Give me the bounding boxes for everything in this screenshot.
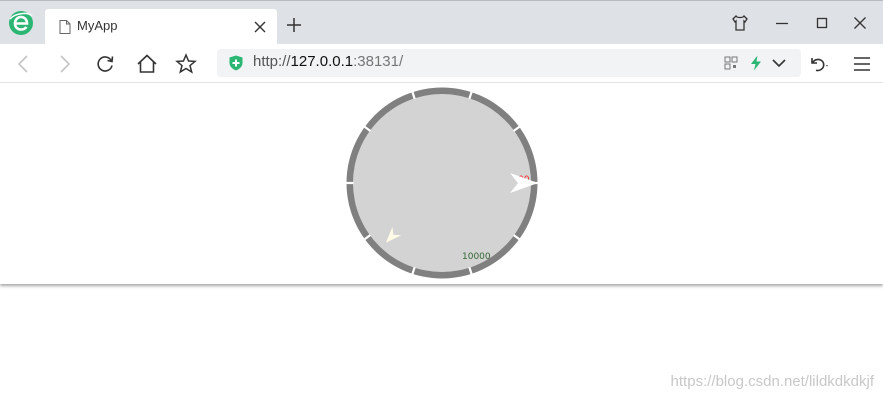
page-icon [59, 20, 71, 34]
forward-icon[interactable] [52, 52, 76, 76]
skin-icon[interactable] [730, 13, 750, 33]
lightning-icon[interactable] [749, 55, 763, 71]
new-tab-icon[interactable] [284, 15, 304, 35]
back-icon[interactable] [12, 52, 36, 76]
home-icon[interactable] [135, 52, 159, 76]
tab-bar: MyApp [0, 0, 883, 45]
minimize-icon[interactable] [772, 13, 792, 33]
tab-myapp[interactable]: MyApp [45, 9, 277, 45]
maximize-icon[interactable] [812, 13, 832, 33]
tab-title: MyApp [77, 18, 118, 33]
reload-icon[interactable] [93, 52, 117, 76]
tab-close-icon[interactable] [253, 20, 267, 34]
undo-icon[interactable] [806, 52, 830, 76]
gauge-dial: 00 10000 [345, 87, 539, 279]
qr-code-icon[interactable] [724, 56, 738, 70]
url-scheme: http:// [253, 53, 291, 70]
close-icon[interactable] [850, 13, 870, 33]
browser-logo-icon [9, 11, 33, 35]
address-bar[interactable]: http://127.0.0.1:38131/ [217, 49, 801, 77]
navigation-toolbar: http://127.0.0.1:38131/ [0, 44, 883, 83]
browser-window: MyApp http://127.0.0.1:38131/ 10000 [0, 0, 883, 284]
shield-icon [229, 55, 243, 71]
gauge-face [353, 94, 531, 272]
star-icon[interactable] [174, 52, 198, 76]
url-text: http://127.0.0.1:38131/ [253, 53, 403, 70]
url-host: 127.0.0.1 [290, 53, 354, 70]
chevron-down-icon[interactable] [771, 56, 787, 70]
inner-value-label: 10000 [462, 252, 491, 262]
menu-icon[interactable] [850, 52, 874, 76]
url-rest: :38131/ [353, 53, 404, 70]
watermark: https://blog.csdn.net/lildkdkdkjf [670, 373, 874, 390]
